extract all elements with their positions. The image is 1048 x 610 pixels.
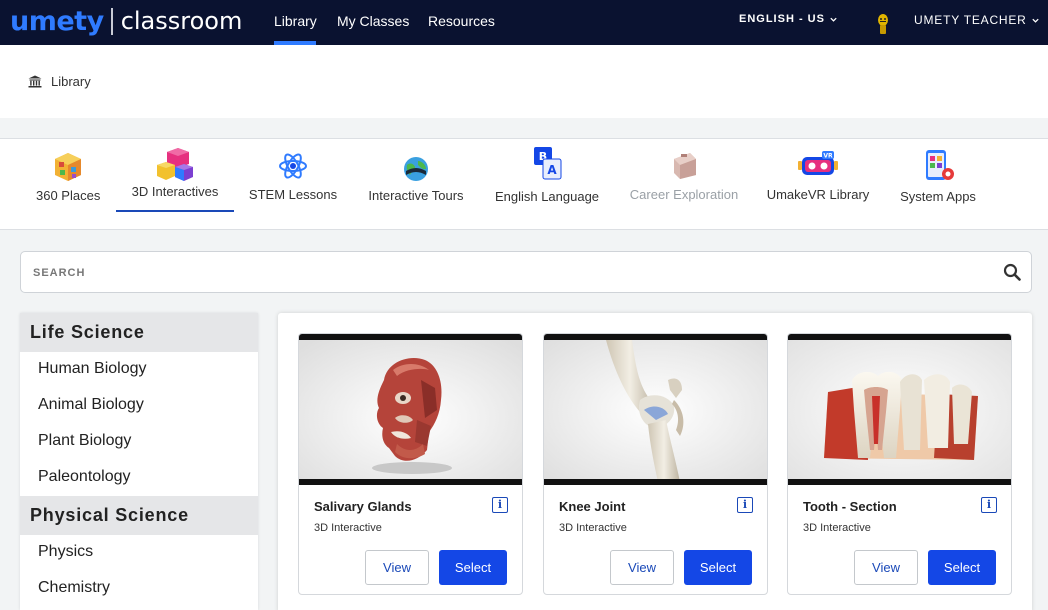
user-menu[interactable]: UMETY TEACHER	[914, 13, 1040, 27]
nav-resources[interactable]: Resources	[428, 13, 495, 29]
knee-joint-thumbnail[interactable]	[544, 340, 767, 482]
card-title: Salivary Glands	[314, 499, 412, 514]
sidebar-item-physics[interactable]: Physics	[20, 535, 258, 571]
sidebar-item-plant-biology[interactable]: Plant Biology	[20, 424, 258, 460]
tab-label: Career Exploration	[629, 187, 739, 202]
user-avatar-icon[interactable]	[875, 11, 891, 37]
breadcrumb[interactable]: Library	[28, 74, 91, 89]
umety-classroom-logo[interactable]: umety classroom	[10, 5, 243, 37]
content-card: Tooth - Section 3D Interactive i View Se…	[787, 333, 1012, 595]
card-bottom-stripe	[544, 479, 767, 485]
card-top-stripe	[788, 334, 1011, 340]
sidebar-heading-life-science[interactable]: Life Science	[20, 313, 258, 352]
tab-label: UmakeVR Library	[766, 187, 870, 202]
search-icon[interactable]	[1003, 263, 1021, 281]
tab-umakevr-library[interactable]: VR UmakeVR Library	[766, 149, 870, 202]
svg-text:VR: VR	[823, 153, 833, 160]
active-tab-indicator	[116, 210, 234, 212]
nav-library[interactable]: Library	[274, 13, 317, 29]
card-type: 3D Interactive	[559, 522, 627, 534]
sidebar-item-animal-biology[interactable]: Animal Biology	[20, 388, 258, 424]
sidebar-item-human-biology[interactable]: Human Biology	[20, 352, 258, 388]
view-button[interactable]: View	[365, 550, 429, 585]
tab-career-exploration[interactable]: Career Exploration	[628, 149, 740, 202]
globe-tour-icon	[404, 157, 428, 181]
tab-360-places[interactable]: 360 Places	[36, 151, 100, 203]
tooth-section-thumbnail[interactable]	[788, 340, 1011, 482]
card-bottom-stripe	[299, 479, 522, 485]
tab-stem-lessons[interactable]: STEM Lessons	[248, 151, 338, 202]
tab-label: 3D Interactives	[131, 184, 219, 199]
info-icon[interactable]: i	[737, 497, 753, 513]
atom-icon	[279, 153, 307, 179]
tab-label: STEM Lessons	[248, 187, 338, 202]
tab-label: Interactive Tours	[368, 188, 464, 203]
search-box	[20, 251, 1032, 293]
tab-system-apps[interactable]: System Apps	[896, 149, 980, 204]
head-muscles-thumbnail[interactable]	[299, 340, 522, 482]
language-icon: B A	[534, 147, 562, 180]
card-type: 3D Interactive	[803, 522, 871, 534]
chevron-down-icon	[1031, 18, 1039, 23]
tab-label: System Apps	[900, 189, 976, 204]
tab-3d-interactives[interactable]: 3D Interactives	[126, 146, 224, 199]
cube-360-icon	[55, 153, 81, 181]
tab-english-language[interactable]: B A English Language	[494, 145, 600, 204]
card-top-stripe	[544, 334, 767, 340]
subject-sidebar: Life Science Human Biology Animal Biolog…	[20, 313, 258, 610]
language-label: ENGLISH - US	[739, 13, 825, 25]
breadcrumb-label: Library	[51, 74, 91, 89]
blocks-3d-icon	[157, 148, 193, 181]
card-bottom-stripe	[788, 479, 1011, 485]
library-icon	[28, 75, 42, 88]
language-selector[interactable]: ENGLISH - US	[739, 13, 838, 25]
content-panel: Salivary Glands 3D Interactive i View Se…	[278, 313, 1032, 610]
search-input[interactable]	[33, 264, 983, 282]
sidebar-heading-physical-science[interactable]: Physical Science	[20, 496, 258, 535]
user-name: UMETY TEACHER	[914, 13, 1027, 27]
sidebar-item-chemistry[interactable]: Chemistry	[20, 571, 258, 607]
logo-divider	[110, 7, 113, 35]
logo-umety-text: umety	[10, 5, 104, 37]
view-button[interactable]: View	[854, 550, 918, 585]
sidebar-item-paleontology[interactable]: Paleontology	[20, 460, 258, 496]
tab-label: English Language	[494, 189, 600, 204]
top-navbar: umety classroom Library My Classes Resou…	[0, 0, 1048, 45]
chevron-down-icon	[830, 17, 837, 22]
briefcase-icon	[674, 153, 696, 179]
breadcrumb-bar: Library	[0, 45, 1048, 118]
info-icon[interactable]: i	[492, 497, 508, 513]
info-icon[interactable]: i	[981, 497, 997, 513]
content-card: Knee Joint 3D Interactive i View Select	[543, 333, 768, 595]
category-tabs: 360 Places 3D Interactives STEM Lessons	[0, 138, 1048, 230]
card-title: Knee Joint	[559, 499, 626, 514]
view-button[interactable]: View	[610, 550, 674, 585]
tab-label: 360 Places	[36, 188, 101, 203]
select-button[interactable]: Select	[439, 550, 507, 585]
tab-interactive-tours[interactable]: Interactive Tours	[366, 155, 466, 203]
svg-text:A: A	[547, 163, 557, 177]
vr-headset-icon: VR	[798, 151, 838, 175]
select-button[interactable]: Select	[684, 550, 752, 585]
logo-classroom-text: classroom	[120, 7, 243, 35]
card-title: Tooth - Section	[803, 499, 897, 514]
card-type: 3D Interactive	[314, 522, 382, 534]
card-top-stripe	[299, 334, 522, 340]
nav-my-classes[interactable]: My Classes	[337, 13, 409, 29]
apps-icon	[926, 150, 954, 180]
select-button[interactable]: Select	[928, 550, 996, 585]
content-card: Salivary Glands 3D Interactive i View Se…	[298, 333, 523, 595]
